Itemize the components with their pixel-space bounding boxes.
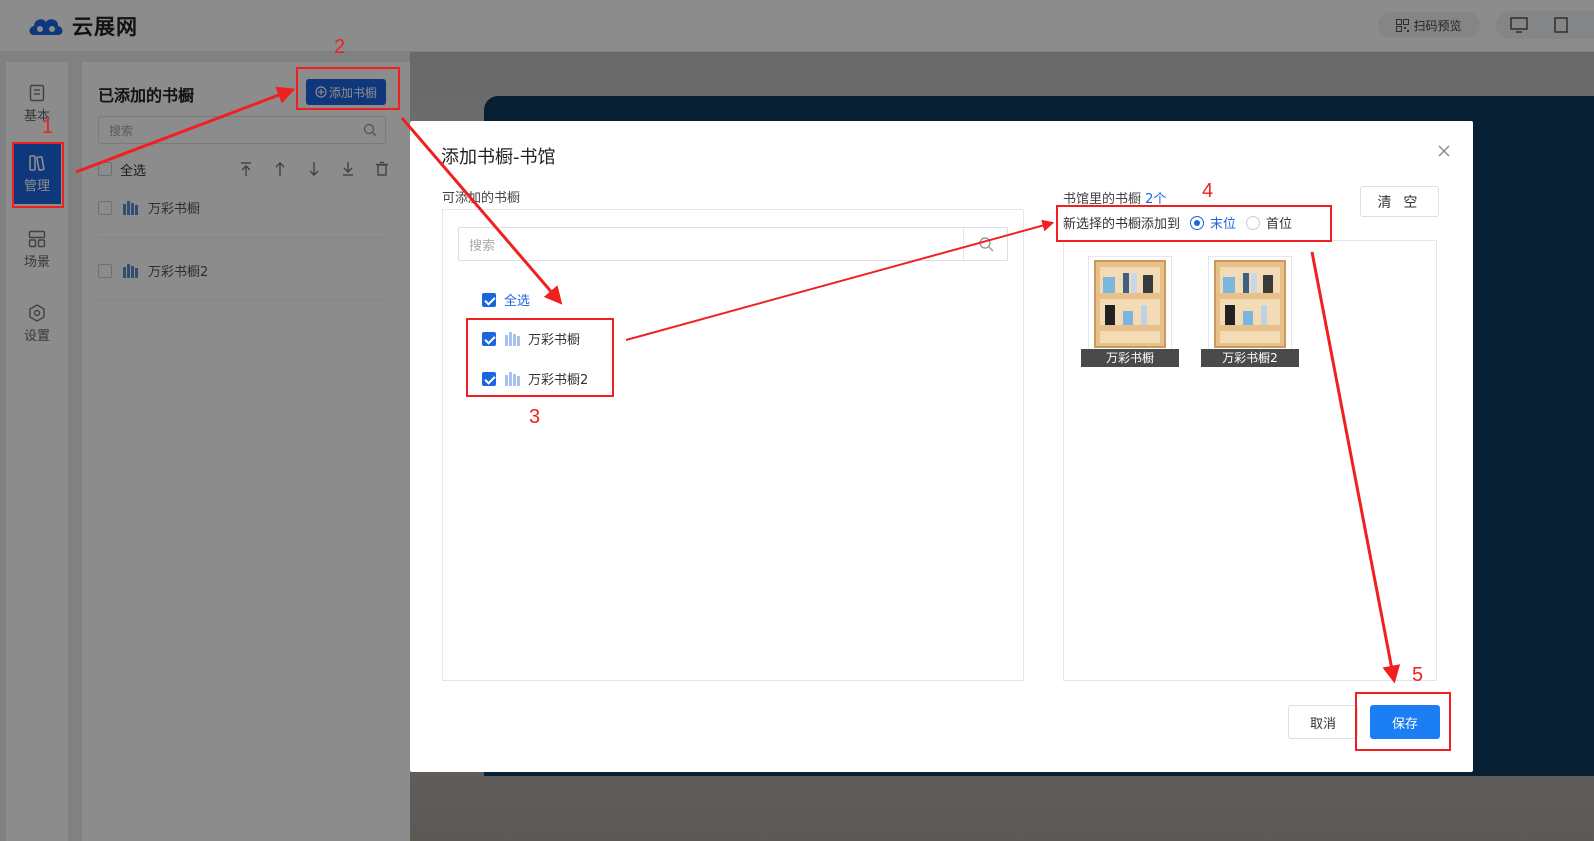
annotation-number-3: 3 bbox=[529, 406, 541, 428]
library-label-text: 书馆里的书橱 bbox=[1063, 192, 1142, 207]
annotation-number-2: 2 bbox=[334, 36, 346, 58]
bookcase-icon bbox=[505, 371, 520, 386]
available-label: 可添加的书橱 bbox=[442, 191, 521, 206]
library-label: 书馆里的书橱 2个 bbox=[1063, 188, 1166, 207]
position-option-end[interactable]: 末位 bbox=[1190, 213, 1236, 232]
select-all-checkbox[interactable] bbox=[482, 292, 496, 307]
insert-position: 新选择的书橱添加到 末位 首位 bbox=[1063, 213, 1292, 232]
list-item[interactable]: 万彩书橱 bbox=[482, 329, 580, 348]
bookcase-icon bbox=[505, 331, 520, 346]
shelf-caption: 万彩书橱 bbox=[1081, 349, 1179, 367]
item-label: 万彩书橱2 bbox=[528, 373, 589, 388]
save-button[interactable]: 保存 bbox=[1370, 705, 1440, 739]
bookcase-thumbnail-icon bbox=[1208, 256, 1292, 352]
radio-start-label: 首位 bbox=[1266, 217, 1293, 232]
select-all-label: 全选 bbox=[504, 294, 531, 309]
library-shelves: 万彩书橱 万彩书橱2 bbox=[1063, 240, 1437, 681]
radio-end-label: 末位 bbox=[1210, 217, 1237, 232]
radio-start[interactable] bbox=[1246, 215, 1261, 230]
annotation-number-5: 5 bbox=[1412, 664, 1424, 686]
search-icon bbox=[978, 237, 993, 252]
library-count: 2个 bbox=[1145, 192, 1167, 207]
shelf-card[interactable]: 万彩书橱 bbox=[1081, 256, 1179, 367]
dialog-search-input[interactable]: 搜索 bbox=[458, 227, 1008, 261]
radio-end[interactable] bbox=[1190, 215, 1205, 230]
cancel-button[interactable]: 取消 bbox=[1288, 705, 1358, 739]
item-label: 万彩书橱 bbox=[528, 333, 581, 348]
clear-button[interactable]: 清 空 bbox=[1360, 186, 1439, 217]
add-bookcase-dialog: 添加书橱-书馆 可添加的书橱 搜索 全选 万彩书橱 万彩书橱2 书馆里的书橱 2… bbox=[410, 121, 1473, 772]
position-label: 新选择的书橱添加到 bbox=[1063, 217, 1181, 232]
available-list: 搜索 全选 万彩书橱 万彩书橱2 bbox=[442, 209, 1024, 681]
search-button[interactable] bbox=[963, 228, 1007, 260]
shelf-card[interactable]: 万彩书橱2 bbox=[1201, 256, 1299, 367]
position-option-start[interactable]: 首位 bbox=[1246, 213, 1292, 232]
shelf-caption: 万彩书橱2 bbox=[1201, 349, 1299, 367]
dialog-select-all[interactable]: 全选 bbox=[482, 290, 530, 309]
annotation-number-4: 4 bbox=[1202, 180, 1214, 202]
list-item[interactable]: 万彩书橱2 bbox=[482, 369, 588, 388]
item-checkbox[interactable] bbox=[482, 371, 496, 386]
item-checkbox[interactable] bbox=[482, 331, 496, 346]
search-placeholder: 搜索 bbox=[469, 238, 496, 254]
annotation-number-1: 1 bbox=[42, 116, 54, 138]
bookcase-thumbnail-icon bbox=[1088, 256, 1172, 352]
dialog-title: 添加书橱-书馆 bbox=[441, 147, 556, 168]
close-icon[interactable] bbox=[1438, 145, 1450, 157]
